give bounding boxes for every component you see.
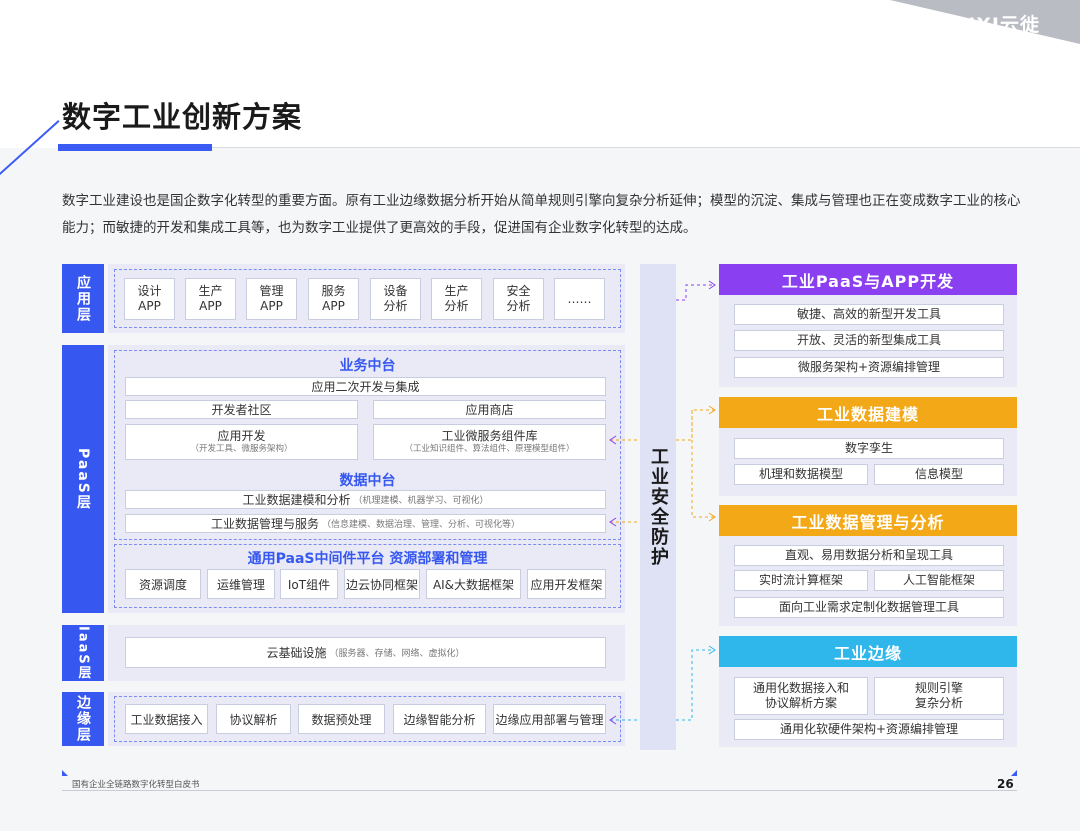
arrow-to-modeling-panel [676, 409, 715, 441]
arrow-to-edge-panel [676, 649, 715, 721]
footer-corner-left [62, 770, 68, 776]
footer-doc-title: 国有企业全链路数字化转型白皮书 [72, 780, 200, 790]
footer-divider [62, 790, 1017, 791]
arrow-to-paas-panel [676, 284, 715, 301]
connector-arrows [609, 280, 716, 725]
page-number: 26 [997, 777, 1014, 791]
arrow-to-data-mgmt-panel [691, 410, 715, 518]
footer-corner-right [1011, 770, 1017, 776]
